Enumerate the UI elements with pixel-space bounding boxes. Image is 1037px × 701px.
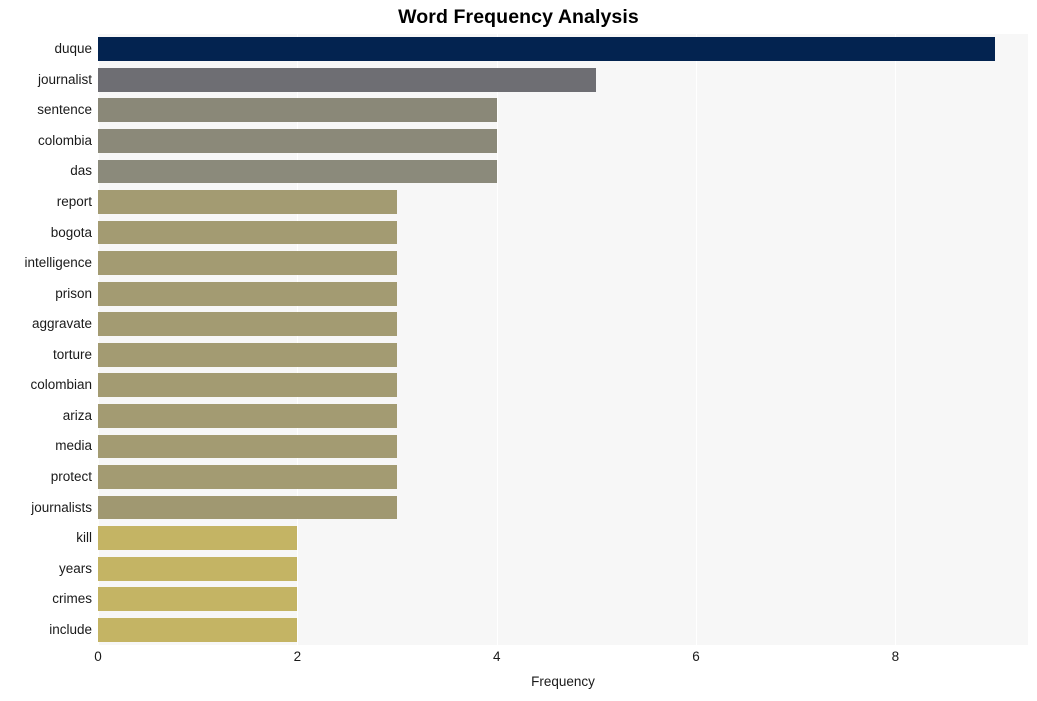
y-axis-tick-label: protect	[50, 468, 92, 484]
bar[interactable]	[98, 587, 298, 612]
bar[interactable]	[98, 556, 298, 581]
bar[interactable]	[98, 98, 497, 123]
y-axis-tick-label: colombia	[37, 132, 92, 148]
bar[interactable]	[98, 281, 398, 306]
bar[interactable]	[98, 312, 398, 337]
x-axis-tick-label: 4	[492, 649, 501, 664]
page-title: Word Frequency Analysis	[398, 6, 639, 28]
bar[interactable]	[98, 37, 996, 62]
plot-area	[98, 34, 1028, 645]
y-axis-tick-label: bogota	[50, 224, 92, 240]
bar-row[interactable]	[98, 403, 1028, 428]
y-axis-tick-label: journalist	[37, 71, 92, 87]
bar[interactable]	[98, 465, 398, 489]
x-axis-tick-label: 8	[891, 649, 900, 664]
y-axis-tick-label: years	[58, 560, 92, 576]
bar-row[interactable]	[98, 281, 1028, 306]
y-axis-tick-label: colombian	[30, 377, 92, 393]
y-axis-tick-label: kill	[76, 530, 92, 546]
bar[interactable]	[98, 617, 298, 642]
bar-row[interactable]	[98, 159, 1028, 184]
bar[interactable]	[98, 251, 398, 276]
y-axis-tick-label: sentence	[37, 102, 92, 118]
y-axis-tick-label: prison	[55, 285, 92, 301]
bar-row[interactable]	[98, 312, 1028, 337]
x-axis-tick-labels: 0 2 4 6 8	[94, 649, 1028, 671]
y-axis-tick-label: crimes	[52, 591, 92, 607]
gridline	[98, 34, 99, 645]
gridline	[297, 34, 299, 645]
y-axis-tick-label: torture	[52, 346, 92, 362]
bar[interactable]	[98, 403, 398, 428]
y-axis-tick-label: include	[49, 621, 92, 637]
bar[interactable]	[98, 342, 398, 367]
bar-row[interactable]	[98, 617, 1028, 642]
y-axis-tick-label: report	[56, 194, 92, 210]
bar[interactable]	[98, 190, 398, 214]
gridline	[696, 34, 698, 645]
bar-row[interactable]	[98, 373, 1028, 398]
gridline	[496, 34, 498, 645]
x-axis-tick-label: 0	[94, 649, 102, 664]
x-axis-tick-label: 2	[293, 649, 302, 664]
bar[interactable]	[98, 220, 398, 245]
y-axis-tick-label: aggravate	[31, 316, 92, 332]
gridline	[895, 34, 897, 645]
y-axis-tick-label: das	[70, 163, 92, 179]
bar-row[interactable]	[98, 220, 1028, 245]
bar-row[interactable]	[98, 465, 1028, 489]
bar-row[interactable]	[98, 129, 1028, 153]
x-axis-label: Frequency	[531, 674, 595, 689]
y-axis-tick-label: media	[55, 438, 92, 454]
bar[interactable]	[98, 434, 398, 459]
bar[interactable]	[98, 495, 398, 520]
bar-row[interactable]	[98, 434, 1028, 459]
bar-row[interactable]	[98, 251, 1028, 276]
bar[interactable]	[98, 67, 597, 92]
bar-row[interactable]	[98, 526, 1028, 550]
x-axis-tick-label: 6	[692, 649, 700, 664]
bar-row[interactable]	[98, 37, 1028, 62]
bar[interactable]	[98, 526, 298, 550]
y-axis-tick-label: intelligence	[24, 255, 92, 271]
bar[interactable]	[98, 373, 398, 398]
bar-row[interactable]	[98, 556, 1028, 581]
bar-row[interactable]	[98, 587, 1028, 612]
bar[interactable]	[98, 129, 497, 153]
bar-row[interactable]	[98, 342, 1028, 367]
bar-row[interactable]	[98, 495, 1028, 520]
bar-row[interactable]	[98, 98, 1028, 123]
y-axis-tick-labels: duque journalist sentence colombia das report…	[0, 34, 92, 645]
bar-row[interactable]	[98, 190, 1028, 214]
bar[interactable]	[98, 159, 497, 184]
bar-row[interactable]	[98, 67, 1028, 92]
y-axis-tick-label: ariza	[62, 407, 92, 423]
chart-figure: Word Frequency Analysis duque journalist s…	[0, 0, 1037, 701]
y-axis-tick-label: duque	[54, 41, 92, 57]
y-axis-tick-label: journalists	[31, 499, 92, 515]
